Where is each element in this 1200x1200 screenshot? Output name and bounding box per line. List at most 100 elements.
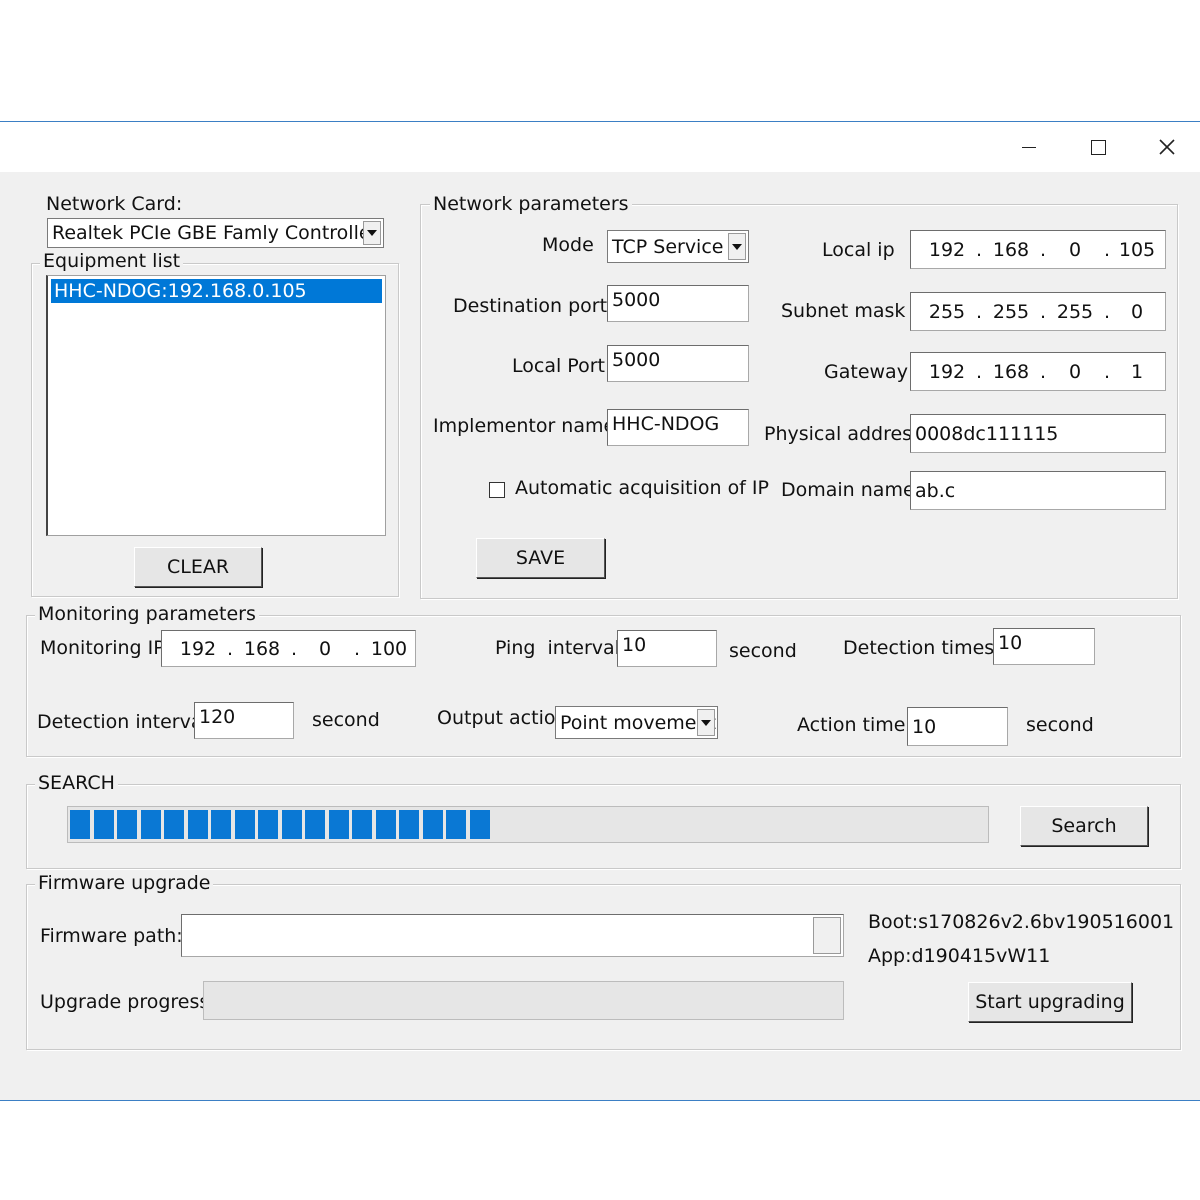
ip-octet: 168: [992, 360, 1030, 383]
domain-name-field[interactable]: ab.c: [910, 471, 1166, 510]
monitoring-ip-field[interactable]: 192 . 168 . 0 . 100: [161, 630, 416, 667]
start-upgrading-button[interactable]: Start upgrading: [968, 982, 1132, 1022]
progress-segment: [422, 810, 443, 839]
app-version: App:d190415vW11: [868, 945, 1051, 967]
destination-port-field[interactable]: 5000: [607, 285, 749, 322]
ip-dot: .: [975, 300, 983, 323]
minimize-icon: [1022, 146, 1036, 148]
minimize-button[interactable]: [1004, 126, 1054, 168]
local-port-label: Local Port: [512, 355, 605, 377]
equipment-list-label: Equipment list: [40, 250, 184, 272]
detection-times-label: Detection times: [843, 637, 995, 659]
chevron-down-icon[interactable]: [697, 709, 715, 736]
mode-label: Mode: [542, 234, 594, 256]
ip-octet: 0: [1068, 360, 1082, 383]
progress-segment: [93, 810, 114, 839]
ip-octet: 168: [243, 637, 281, 660]
action-time-field[interactable]: 10: [907, 707, 1008, 746]
maximize-button[interactable]: [1073, 126, 1123, 168]
detection-interval-unit: second: [312, 709, 380, 731]
ip-octet: 192: [179, 637, 217, 660]
progress-segment: [328, 810, 349, 839]
upgrade-progress-bar: [203, 981, 844, 1020]
chevron-down-icon[interactable]: [728, 233, 746, 260]
progress-segment: [164, 810, 184, 839]
local-ip-field[interactable]: 192 . 168 . 0 . 105: [910, 230, 1166, 269]
ip-octet: 255: [1056, 300, 1094, 323]
network-card-value: Realtek PCIe GBE Famly Controller: [52, 222, 379, 244]
auto-ip-checkbox[interactable]: [489, 482, 505, 498]
ping-interval-field[interactable]: 10: [617, 630, 717, 667]
ip-octet: 0: [318, 637, 332, 660]
search-progress-bar: [67, 806, 989, 843]
list-item[interactable]: HHC-NDOG:192.168.0.105: [51, 279, 382, 303]
progress-segment: [140, 810, 161, 839]
title-bar: [0, 122, 1200, 172]
local-ip-label: Local ip: [822, 239, 895, 261]
network-card-select[interactable]: Realtek PCIe GBE Famly Controller: [47, 218, 384, 248]
save-button[interactable]: SAVE: [476, 538, 605, 578]
ip-octet: 255: [992, 300, 1030, 323]
chevron-down-icon[interactable]: [363, 221, 381, 245]
detection-times-field[interactable]: 10: [993, 628, 1095, 665]
ping-interval-label: Ping interval: [495, 637, 620, 659]
progress-segment: [281, 810, 302, 839]
progress-segment: [352, 810, 372, 839]
implementor-name-label: Implementor name: [433, 415, 616, 437]
implementor-name-field[interactable]: HHC-NDOG: [607, 409, 749, 446]
output-action-value: Point movement: [560, 711, 716, 734]
network-card-label: Network Card:: [46, 193, 183, 215]
app-window: Network Card: Realtek PCIe GBE Famly Con…: [0, 121, 1200, 1101]
progress-segment: [70, 810, 90, 839]
auto-ip-label: Automatic acquisition of IP: [515, 477, 769, 499]
gateway-field[interactable]: 192 . 168 . 0 . 1: [910, 352, 1166, 391]
monitoring-ip-label: Monitoring IP: [40, 637, 165, 659]
mode-select[interactable]: TCP Service: [607, 230, 749, 263]
progress-segment: [117, 810, 137, 839]
equipment-list[interactable]: HHC-NDOG:192.168.0.105: [46, 275, 386, 536]
firmware-path-field[interactable]: [181, 914, 844, 957]
physical-address-label: Physical address: [764, 423, 922, 445]
output-action-label: Output action: [437, 707, 568, 729]
ip-dot: .: [1039, 360, 1047, 383]
progress-segment: [187, 810, 208, 839]
ip-octet: 0: [1130, 300, 1144, 323]
ip-dot: .: [975, 360, 983, 383]
ip-octet: 192: [928, 238, 966, 261]
ip-dot: .: [353, 637, 361, 660]
ip-dot: .: [975, 238, 983, 261]
output-action-select[interactable]: Point movement: [555, 706, 718, 739]
ip-dot: .: [1103, 360, 1111, 383]
physical-address-field[interactable]: 0008dc111115: [910, 414, 1166, 453]
ip-dot: .: [1039, 238, 1047, 261]
action-time-unit: second: [1026, 714, 1094, 736]
ip-dot: .: [290, 637, 298, 660]
detection-interval-label: Detection interval: [37, 711, 208, 733]
firmware-upgrade-group: [26, 884, 1181, 1050]
browse-button[interactable]: [813, 917, 841, 954]
firmware-upgrade-title: Firmware upgrade: [35, 872, 214, 894]
detection-interval-field[interactable]: 120: [194, 702, 294, 739]
progress-segment: [399, 810, 419, 839]
gateway-label: Gateway: [824, 361, 908, 383]
close-button[interactable]: [1142, 126, 1192, 168]
local-port-field[interactable]: 5000: [607, 345, 749, 382]
subnet-mask-field[interactable]: 255 . 255 . 255 . 0: [910, 292, 1166, 331]
domain-name-label: Domain name: [781, 479, 915, 501]
destination-port-label: Destination port: [453, 295, 608, 317]
progress-segment: [446, 810, 466, 839]
ip-dot: .: [226, 637, 234, 660]
progress-segment: [469, 810, 490, 839]
ip-dot: .: [1039, 300, 1047, 323]
ping-interval-unit: second: [729, 640, 797, 662]
boot-version: Boot:s170826v2.6bv190516001: [868, 911, 1175, 933]
clear-button[interactable]: CLEAR: [134, 547, 262, 587]
action-time-label: Action time: [797, 714, 906, 736]
close-icon: [1159, 139, 1175, 155]
firmware-path-label: Firmware path:: [40, 925, 183, 947]
progress-segment: [211, 810, 231, 839]
mode-value: TCP Service: [612, 235, 724, 258]
ip-octet: 105: [1118, 238, 1156, 261]
subnet-mask-label: Subnet mask: [781, 300, 906, 322]
search-button[interactable]: Search: [1020, 806, 1148, 846]
